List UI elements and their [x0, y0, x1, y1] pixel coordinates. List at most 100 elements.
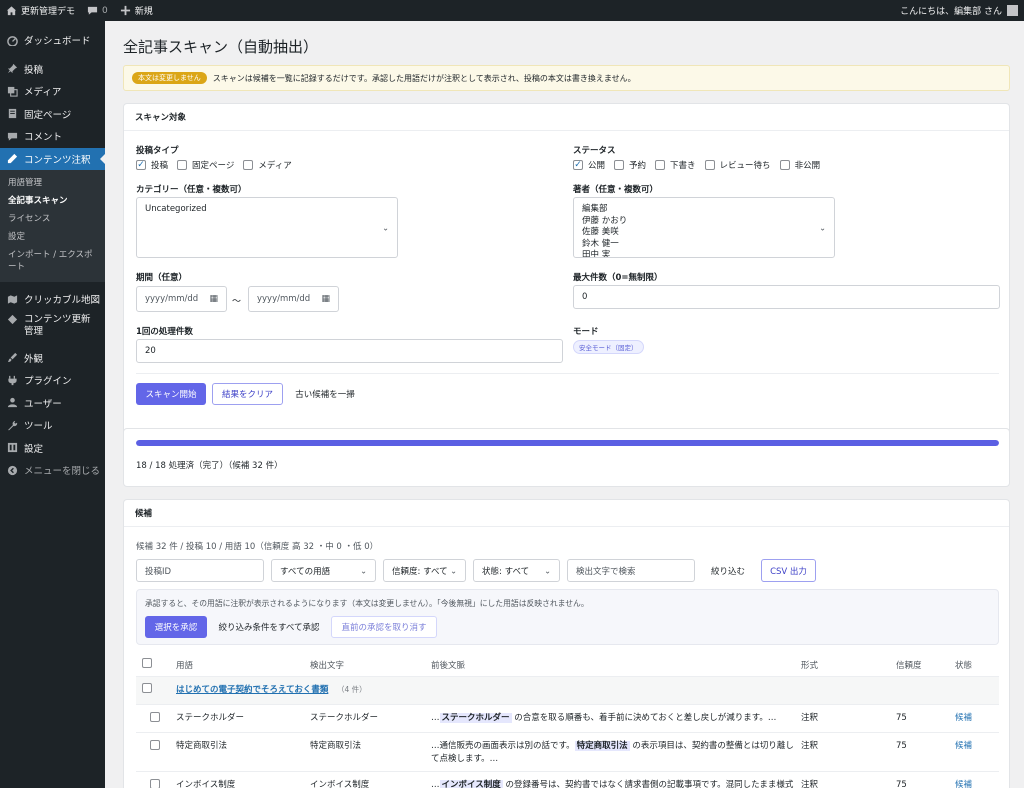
brush-icon — [6, 352, 18, 364]
start-scan-button[interactable]: スキャン開始 — [136, 383, 206, 405]
author-option[interactable]: 伊藤 かおり — [582, 216, 826, 228]
menu-collapse[interactable]: メニューを閉じる — [0, 459, 105, 482]
menu-media[interactable]: メディア — [0, 80, 105, 103]
checkbox-checked[interactable]: ✓ — [136, 160, 146, 170]
menu-pages[interactable]: 固定ページ — [0, 103, 105, 126]
status-link[interactable]: 候補 — [955, 780, 972, 788]
post-type-options: ✓ 投稿 固定ページ メディア — [136, 159, 301, 171]
post-type-media[interactable]: メディア — [243, 159, 292, 171]
table-row: ステークホルダー ステークホルダー … ステークホルダー の合意を取る順番も、着手… — [136, 704, 999, 733]
page-title: 全記事スキャン（自動抽出） — [123, 38, 319, 56]
menu-plugins[interactable]: プラグイン — [0, 369, 105, 392]
author-select[interactable]: 編集部 伊藤 かおり 佐藤 美咲 鈴木 健一 田中 実 ⌄ — [573, 197, 835, 258]
filter-button[interactable]: 絞り込む — [704, 559, 752, 582]
confidence-filter-select[interactable]: 信頼度: すべて ⌄ — [383, 559, 466, 582]
purge-old-candidates-button[interactable]: 古い候補を一掃 — [290, 383, 360, 405]
post-type-post[interactable]: ✓ 投稿 — [136, 159, 168, 171]
term-cell: ステークホルダー — [176, 704, 310, 733]
csv-export-button[interactable]: CSV 出力 — [761, 559, 816, 582]
account-menu[interactable]: こんにちは、編集部 さん — [900, 4, 1024, 17]
chevron-down-icon: ⌄ — [360, 566, 367, 575]
max-count-label: 最大件数（0=無制限） — [573, 273, 663, 283]
select-all-checkbox[interactable] — [142, 658, 152, 669]
menu-settings[interactable]: 設定 — [0, 437, 105, 460]
status-link[interactable]: 候補 — [955, 713, 972, 723]
divider — [136, 373, 999, 374]
menu-tools[interactable]: ツール — [0, 414, 105, 437]
date-separator: 〜 — [232, 297, 242, 307]
term-filter-select[interactable]: すべての用語 ⌄ — [271, 559, 376, 582]
author-option[interactable]: 鈴木 健一 — [582, 239, 826, 251]
group-checkbox[interactable] — [142, 682, 152, 693]
candidates-summary: 候補 32 件 / 投稿 10 / 用語 10（信頼度 高 32 ・中 0 ・低… — [136, 542, 379, 552]
comments-link[interactable]: 0 — [81, 0, 114, 21]
candidates-table: 用語 検出文字 前後文脈 形式 信頼度 状態 はじめての電子契約でそろえておく書… — [136, 654, 999, 788]
menu-posts[interactable]: 投稿 — [0, 58, 105, 81]
status-draft[interactable]: 下書き — [655, 159, 696, 171]
column-detected[interactable]: 検出文字 — [310, 654, 431, 677]
row-checkbox[interactable] — [150, 739, 160, 750]
checkbox[interactable] — [779, 160, 790, 170]
detected-text-search-input[interactable]: 検出文字で検索 — [567, 559, 695, 582]
approve-all-filtered-button[interactable]: 絞り込み条件をすべて承認 — [213, 616, 325, 638]
date-from-input[interactable]: yyyy/mm/dd ▦ — [136, 286, 227, 312]
dashboard-icon — [6, 34, 18, 46]
menu-comments[interactable]: コメント — [0, 125, 105, 148]
menu-dashboard[interactable]: ダッシュボード — [0, 29, 105, 52]
chevron-down-icon: ⌄ — [544, 566, 551, 575]
category-select[interactable]: Uncategorized ⌄ — [136, 197, 398, 258]
column-format[interactable]: 形式 — [801, 654, 896, 677]
checkbox-checked[interactable]: ✓ — [573, 160, 583, 170]
author-option[interactable]: 編集部 — [582, 204, 826, 216]
undo-approve-button[interactable]: 直前の承認を取り消す — [331, 616, 437, 638]
menu-content-annotation[interactable]: コンテンツ注釈 — [0, 147, 105, 170]
column-term[interactable]: 用語 — [176, 654, 310, 677]
column-status[interactable]: 状態 — [955, 654, 999, 677]
status-link[interactable]: 候補 — [955, 741, 972, 751]
submenu-settings[interactable]: 設定 — [0, 228, 105, 246]
approve-selected-button[interactable]: 選択を承認 — [145, 616, 207, 638]
menu-users[interactable]: ユーザー — [0, 392, 105, 415]
author-option[interactable]: 佐藤 美咲 — [582, 227, 826, 239]
calendar-icon[interactable]: ▦ — [321, 294, 330, 304]
notice-banner: 本文は変更しません スキャンは候補を一覧に記録するだけです。承認した用語だけが注… — [123, 65, 1010, 91]
batch-size-input[interactable]: 20 — [136, 339, 563, 363]
main-content: 全記事スキャン（自動抽出） 本文は変更しません スキャンは候補を一覧に記録するだ… — [105, 21, 1024, 788]
status-private[interactable]: 非公開 — [779, 159, 820, 171]
row-checkbox[interactable] — [150, 778, 160, 788]
status-future[interactable]: 予約 — [614, 159, 646, 171]
submenu-license[interactable]: ライセンス — [0, 210, 105, 228]
checkbox[interactable] — [243, 160, 254, 170]
checkbox[interactable] — [614, 160, 625, 170]
submenu-import-export[interactable]: インポート / エクスポート — [0, 246, 105, 276]
map-icon — [6, 293, 18, 305]
checkbox[interactable] — [655, 160, 666, 170]
status-pending[interactable]: レビュー待ち — [704, 159, 771, 171]
post-id-input[interactable]: 投稿ID — [136, 559, 264, 582]
status-filter-select[interactable]: 状態: すべて ⌄ — [473, 559, 560, 582]
author-option[interactable]: 田中 実 — [582, 250, 826, 257]
submenu-terms[interactable]: 用語管理 — [0, 174, 105, 192]
row-checkbox[interactable] — [150, 711, 160, 722]
post-title-link[interactable]: はじめての電子契約でそろえておく書類 — [176, 685, 328, 695]
admin-sidebar: ダッシュボード 投稿 メディア 固定ページ コメント コンテンツ注釈 用語管理 … — [0, 21, 105, 788]
submenu-full-scan[interactable]: 全記事スキャン — [0, 192, 105, 210]
diamond-icon — [6, 314, 18, 326]
menu-content-update[interactable]: コンテンツ更新管理 — [0, 311, 105, 341]
checkbox[interactable] — [177, 160, 188, 170]
format-cell: 注釈 — [801, 771, 896, 788]
status-publish[interactable]: ✓ 公開 — [573, 159, 605, 171]
menu-appearance[interactable]: 外観 — [0, 347, 105, 370]
checkbox[interactable] — [704, 160, 715, 170]
post-type-page[interactable]: 固定ページ — [177, 159, 234, 171]
calendar-icon[interactable]: ▦ — [209, 294, 218, 304]
clear-results-button[interactable]: 結果をクリア — [212, 383, 283, 405]
date-to-input[interactable]: yyyy/mm/dd ▦ — [248, 286, 339, 312]
column-confidence[interactable]: 信頼度 — [896, 654, 955, 677]
plus-icon — [120, 5, 130, 16]
max-count-input[interactable]: 0 — [573, 285, 1000, 309]
category-option[interactable]: Uncategorized — [145, 204, 389, 216]
site-name-link[interactable]: 更新管理デモ — [0, 0, 81, 21]
new-content-link[interactable]: 新規 — [114, 0, 159, 21]
menu-clickable-map[interactable]: クリッカブル地図 — [0, 288, 105, 311]
